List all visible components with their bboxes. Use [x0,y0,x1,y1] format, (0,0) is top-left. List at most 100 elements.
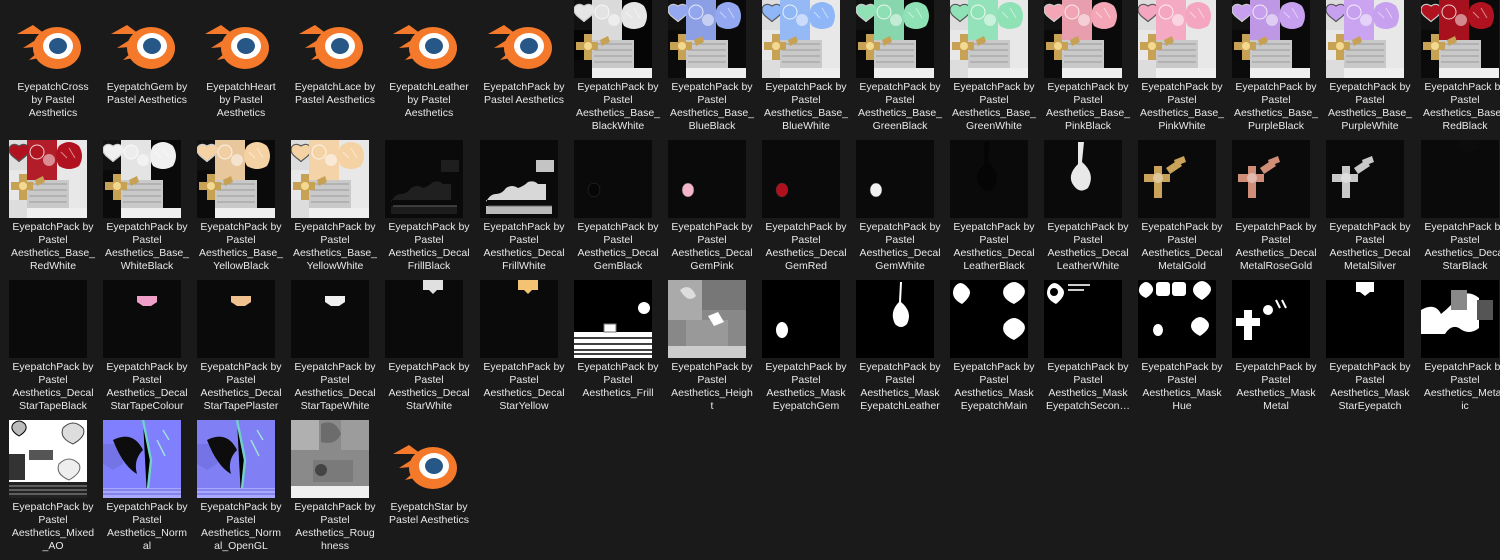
file-name-line: EyepatchPack by [1047,81,1129,93]
file-name-label: EyepatchPack by Pastel Aesthetics_Base_ Pin… [1135,81,1229,133]
file-item[interactable]: EyepatchCross by Pastel Aesthetics [6,0,100,140]
file-name-line: EyepatchPack by [294,221,376,233]
file-name-line: Aesthetics_Base_ [1045,107,1131,119]
file-name-line: StarTapeWhite [300,400,370,412]
file-item[interactable]: EyepatchHeart by Pastel Aesthetics [194,0,288,140]
file-name-line: Pastel [1167,374,1197,386]
file-name-label: EyepatchPack by Pastel Aesthetics_Mask Eyep… [853,361,947,413]
texture-thumbnail-icon [574,0,652,78]
file-name-label: EyepatchPack by Pastel Aesthetics_Mask Eyep… [1041,361,1135,413]
file-item[interactable]: EyepatchLeather by Pastel Aesthetics [382,0,476,140]
file-item[interactable]: EyepatchLace by Pastel Aesthetics [288,0,382,140]
file-item[interactable]: EyepatchPack by Pastel Aesthetics_Decal Sta… [6,280,100,420]
file-item[interactable]: EyepatchPack by Pastel Aesthetics_Decal Lea… [1041,140,1135,280]
file-item[interactable]: EyepatchPack by Pastel Aesthetics_Mask Star… [1323,280,1417,420]
file-name-line: Aesthetics_Decal [294,387,376,399]
file-item[interactable]: EyepatchPack by Pastel Aesthetics_Frill [571,280,665,420]
file-name-line: EyepatchGem by [106,81,188,93]
file-name-line: Aesthetics_Decal [12,387,94,399]
file-item[interactable]: EyepatchPack by Pastel Aesthetics_Base_ Blu… [665,0,759,140]
image-thumbnail [197,420,275,498]
texture-thumbnail-icon [1044,140,1122,218]
texture-thumbnail-icon [103,140,181,218]
file-name-label: EyepatchLace by Pastel Aesthetics [288,81,382,107]
file-item[interactable]: EyepatchGem by Pastel Aesthetics [100,0,194,140]
image-thumbnail [1044,280,1122,358]
file-item[interactable]: EyepatchPack by Pastel Aesthetics_Roug hnes… [288,420,382,560]
file-item[interactable]: EyepatchPack by Pastel Aesthetics_Base_ Gre… [947,0,1041,140]
file-item[interactable]: EyepatchPack by Pastel Aesthetics_Base_ Pin… [1135,0,1229,140]
file-name-label: EyepatchPack by Pastel Aesthetics_Base_ Bla… [571,81,665,133]
file-name-line: EyepatchPack by [1141,81,1223,93]
file-name-line: hness [320,540,350,552]
file-item[interactable]: EyepatchPack by Pastel Aesthetics_Decal Sta… [1418,140,1500,280]
file-name-label: EyepatchPack by Pastel Aesthetics_Metall ic [1418,361,1500,413]
file-item[interactable]: EyepatchPack by Pastel Aesthetics_Decal Sta… [382,280,476,420]
file-item[interactable]: EyepatchPack by Pastel Aesthetics_Decal Fri… [477,140,571,280]
image-thumbnail [480,280,558,358]
file-name-label: EyepatchPack by Pastel Aesthetics_Decal Sta… [477,361,571,413]
file-name-line: EyepatchHeart [206,81,276,93]
image-thumbnail [1326,0,1404,78]
file-item[interactable]: EyepatchPack by Pastel Aesthetics_Base_ Whi… [100,140,194,280]
file-item[interactable]: EyepatchPack by Pastel Aesthetics_Decal Sta… [288,280,382,420]
file-name-line: EyepatchLeather [389,81,469,93]
file-item[interactable]: EyepatchPack by Pastel Aesthetics_Decal Sta… [100,280,194,420]
file-item[interactable]: EyepatchPack by Pastel Aesthetics_Norm al_O… [194,420,288,560]
file-name-line: Aesthetics_Norm [201,527,281,539]
image-thumbnail [856,0,934,78]
file-item[interactable]: EyepatchPack by Pastel Aesthetics_Base_ Red… [1418,0,1500,140]
file-item[interactable]: EyepatchPack by Pastel Aesthetics [477,0,571,140]
file-name-line: RedBlack [1442,120,1488,132]
file-name-label: EyepatchHeart by Pastel Aesthetics [194,81,288,120]
file-name-line: Aesthetics_Norm [107,527,187,539]
file-item[interactable]: EyepatchPack by Pastel Aesthetics_Decal Met… [1229,140,1323,280]
file-item[interactable]: EyepatchPack by Pastel Aesthetics_Metall ic [1418,280,1500,420]
file-name-line: LeatherWhite [1056,260,1120,272]
file-item[interactable]: EyepatchPack by Pastel Aesthetics_Decal Gem… [665,140,759,280]
file-item[interactable]: EyepatchPack by Pastel Aesthetics_Mask Eyep… [1041,280,1135,420]
file-item[interactable]: EyepatchPack by Pastel Aesthetics_Base_ Pur… [1323,0,1417,140]
file-item[interactable]: EyepatchPack by Pastel Aesthetics_Decal Sta… [477,280,571,420]
file-item[interactable]: EyepatchPack by Pastel Aesthetics_Decal Gem… [759,140,853,280]
file-item[interactable]: EyepatchPack by Pastel Aesthetics_Norm al [100,420,194,560]
file-item[interactable]: EyepatchPack by Pastel Aesthetics_Mask Eyep… [947,280,1041,420]
texture-thumbnail-icon [480,280,558,358]
texture-thumbnail-icon [291,280,369,358]
file-item[interactable]: EyepatchPack by Pastel Aesthetics_Base_ Blu… [759,0,853,140]
file-item[interactable]: EyepatchPack by Pastel Aesthetics_Decal Lea… [947,140,1041,280]
file-item[interactable]: EyepatchPack by Pastel Aesthetics_Base_ Bla… [571,0,665,140]
file-item[interactable]: EyepatchStar by Pastel Aesthetics [382,420,476,560]
image-thumbnail [762,140,840,218]
image-thumbnail [856,280,934,358]
file-item[interactable]: EyepatchPack by Pastel Aesthetics_Heigh t [665,280,759,420]
file-name-label: EyepatchPack by Pastel Aesthetics_Decal Sta… [194,361,288,413]
file-item[interactable]: EyepatchPack by Pastel Aesthetics_Decal Sta… [194,280,288,420]
file-item[interactable]: EyepatchPack by Pastel Aesthetics_Base_ Yel… [288,140,382,280]
file-item[interactable]: EyepatchPack by Pastel Aesthetics_Base_ Yel… [194,140,288,280]
file-item[interactable]: EyepatchPack by Pastel Aesthetics_Decal Gem… [571,140,665,280]
file-item[interactable]: EyepatchPack by Pastel Aesthetics_Mask Eyep… [853,280,947,420]
file-name-line: EyepatchPack by [671,81,753,93]
file-item[interactable]: EyepatchPack by Pastel Aesthetics_Decal Met… [1135,140,1229,280]
file-item[interactable]: EyepatchPack by Pastel Aesthetics_Mask Eyep… [759,280,853,420]
file-item[interactable]: EyepatchPack by Pastel Aesthetics_Base_ Pur… [1229,0,1323,140]
file-item[interactable]: EyepatchPack by Pastel Aesthetics_Base_ Red… [6,140,100,280]
file-item[interactable]: EyepatchPack by Pastel Aesthetics_Decal Fri… [382,140,476,280]
file-item[interactable]: EyepatchPack by Pastel Aesthetics_Mixed _AO [6,420,100,560]
file-name-line: Pastel [1073,374,1103,386]
file-item[interactable]: EyepatchPack by Pastel Aesthetics_Base_ Gre… [853,0,947,140]
file-item[interactable]: EyepatchPack by Pastel Aesthetics_Mask Meta… [1229,280,1323,420]
texture-thumbnail-icon [1138,280,1216,358]
file-item[interactable]: EyepatchPack by Pastel Aesthetics_Mask Hue [1135,280,1229,420]
file-name-label: EyepatchPack by Pastel Aesthetics_Decal Gem… [665,221,759,273]
file-item[interactable]: EyepatchPack by Pastel Aesthetics_Decal Gem… [853,140,947,280]
texture-thumbnail-icon [291,420,369,498]
file-name-line: EyepatchPack by [1141,221,1223,233]
file-item[interactable]: EyepatchPack by Pastel Aesthetics_Decal Met… [1323,140,1417,280]
file-name-line: EyepatchPack by [859,81,941,93]
image-thumbnail [1326,280,1404,358]
file-name-line: Aesthetics_Base_ [1327,107,1413,119]
file-item[interactable]: EyepatchPack by Pastel Aesthetics_Base_ Pin… [1041,0,1135,140]
file-name-line: Aesthetics_Decal [1047,247,1129,259]
